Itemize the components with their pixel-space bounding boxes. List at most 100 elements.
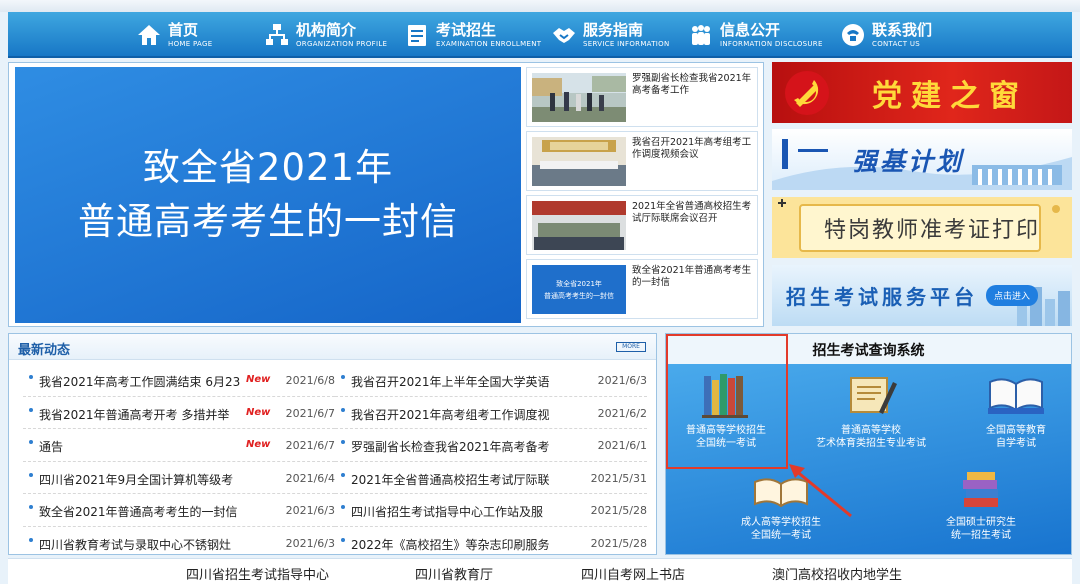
latest-news-list-right: 我省召开2021年上半年全国大学英语 2021/6/3 我省召开2021年高考组考… bbox=[335, 364, 647, 559]
list-item[interactable]: 我省2021年高考工作圆满结束 6月23 New 2021/6/8 bbox=[23, 364, 335, 397]
nav-sublabel: SERVICE INFORMATION bbox=[583, 39, 670, 48]
news-thumbnail bbox=[532, 201, 626, 250]
list-item[interactable]: 四川省教育考试与录取中心不锈钢灶 2021/6/3 bbox=[23, 527, 335, 559]
bullet-icon bbox=[341, 472, 345, 477]
latest-news-panel: 最新动态 MORE 我省2021年高考工作圆满结束 6月23 New 2021/6/… bbox=[8, 333, 657, 559]
list-item-title: 我省2021年普通高考开考 多措并举 bbox=[39, 407, 230, 422]
list-item-title: 罗强副省长检查我省2021年高考备考 bbox=[351, 440, 550, 454]
nav-sublabel: CONTACT US bbox=[872, 39, 920, 48]
news-thumbnail: 致全省2021年 普通高考考生的一封信 bbox=[532, 265, 626, 314]
list-item-date: 2021/5/31 bbox=[590, 471, 647, 485]
list-item-date: 2021/6/3 bbox=[597, 374, 647, 387]
new-badge: New bbox=[246, 406, 271, 418]
footer-link[interactable]: 四川自考网上书店 bbox=[581, 564, 685, 583]
service-platform-label: 招生考试服务平台 bbox=[786, 285, 978, 309]
news-card[interactable]: 罗强副省长检查我省2021年高考备考工作 bbox=[526, 67, 758, 127]
footer-link[interactable]: 澳门高校招收内地学生 bbox=[772, 564, 902, 583]
nav-label: 首页 bbox=[168, 20, 199, 39]
new-badge: New bbox=[246, 439, 271, 450]
query-item-line2: 统一招生考试 bbox=[951, 530, 1011, 541]
query-item-line1: 全国硕士研究生 bbox=[946, 517, 1016, 528]
list-item[interactable]: 2021年全省普通高校招生考试厅际联 2021/5/31 bbox=[335, 462, 647, 494]
org-chart-icon bbox=[266, 24, 288, 45]
handshake-icon bbox=[553, 28, 575, 43]
footer-links: 四川省招生考试指导中心 四川省教育厅 四川自考网上书店 澳门高校招收内地学生 bbox=[8, 558, 1072, 584]
nav-service[interactable]: 服务指南 SERVICE INFORMATION bbox=[551, 12, 670, 58]
list-item[interactable]: 四川省2021年9月全国计算机等级考 2021/6/4 bbox=[23, 462, 335, 494]
thumbnail-blue: 致全省2021年 普通高考考生的一封信 bbox=[532, 265, 626, 314]
list-item-date: 2021/6/3 bbox=[285, 504, 335, 517]
bullet-icon bbox=[29, 472, 33, 477]
nav-home[interactable]: 首页 HOME PAGE bbox=[136, 12, 212, 58]
query-postgraduate[interactable]: 全国硕士研究生 统一招生考试 bbox=[926, 470, 1036, 542]
list-item[interactable]: 我省2021年普通高考开考 多措并举 New 2021/6/7 bbox=[23, 397, 335, 429]
latest-news-list-left: 我省2021年高考工作圆满结束 6月23 New 2021/6/8 我省2021年普… bbox=[23, 364, 335, 559]
list-item[interactable]: 我省召开2021年上半年全国大学英语 2021/6/3 bbox=[335, 364, 647, 397]
bullet-icon bbox=[29, 407, 33, 412]
query-art-sports[interactable]: 普通高等学校 艺术体育类招生专业考试 bbox=[806, 372, 936, 450]
nav-disclosure[interactable]: 信息公开 INFORMATION DISCLOSURE bbox=[688, 12, 823, 58]
bullet-icon bbox=[341, 375, 345, 379]
party-building-label: 党建之窗 bbox=[872, 78, 1028, 114]
news-title: 致全省2021年普通高考考生的一封信 bbox=[632, 265, 752, 288]
list-item-date: 2021/6/3 bbox=[285, 536, 335, 550]
list-item-title: 致全省2021年普通高考考生的一封信 bbox=[39, 505, 238, 519]
news-card[interactable]: 致全省2021年 普通高考考生的一封信 致全省2021年普通高考考生的一封信 bbox=[526, 259, 758, 319]
list-item-date: 2021/6/2 bbox=[597, 406, 647, 420]
list-item-title: 我省2021年高考工作圆满结束 6月23 bbox=[39, 375, 241, 389]
news-thumbnail bbox=[532, 73, 626, 122]
list-item[interactable]: 致全省2021年普通高考考生的一封信 2021/6/3 bbox=[23, 494, 335, 527]
more-button[interactable]: MORE bbox=[616, 342, 646, 352]
main-nav: 首页 HOME PAGE 机构简介 ORGANIZATION PROFILE 考试招… bbox=[8, 12, 1072, 58]
list-item-title: 通告 bbox=[39, 440, 64, 454]
open-book-icon bbox=[988, 378, 1044, 414]
nav-label: 服务指南 bbox=[583, 20, 644, 39]
teacher-admission-banner[interactable]: 特岗教师准考证打印 bbox=[772, 197, 1072, 258]
nav-contact[interactable]: 联系我们 CONTACT US bbox=[840, 12, 932, 58]
news-title: 2021年全省普通高校招生考试厅际联席会议召开 bbox=[632, 201, 752, 224]
query-item-line1: 普通高等学校 bbox=[841, 425, 901, 436]
list-item[interactable]: 通告 New 2021/6/7 bbox=[23, 429, 335, 462]
list-item-title: 四川省教育考试与录取中心不锈钢灶 bbox=[39, 537, 232, 552]
news-card[interactable]: 我省召开2021年高考组考工作调度视频会议 bbox=[526, 131, 758, 191]
bullet-icon bbox=[341, 440, 345, 444]
strong-foundation-banner[interactable]: 强基计划 bbox=[772, 129, 1072, 190]
nav-label: 联系我们 bbox=[872, 20, 933, 39]
list-item[interactable]: 罗强副省长检查我省2021年高考备考 2021/6/1 bbox=[335, 429, 647, 462]
enter-button[interactable]: 点击进入 bbox=[986, 285, 1039, 306]
news-title: 我省召开2021年高考组考工作调度视频会议 bbox=[632, 137, 752, 160]
list-item[interactable]: 我省召开2021年高考组考工作调度视 2021/6/2 bbox=[335, 397, 647, 429]
query-self-study[interactable]: 全国高等教育 自学考试 bbox=[966, 372, 1066, 450]
nav-exam-enrollment[interactable]: 考试招生 EXAMINATION ENROLLMENT bbox=[404, 12, 541, 58]
new-badge: New bbox=[246, 374, 271, 385]
bullet-icon bbox=[341, 407, 345, 412]
news-card[interactable]: 2021年全省普通高校招生考试厅际联席会议召开 bbox=[526, 195, 758, 255]
footer-link[interactable]: 四川省教育厅 bbox=[415, 564, 493, 583]
featured-banner[interactable]: 致全省2021年 普通高考考生的一封信 bbox=[15, 67, 521, 323]
news-thumbnail bbox=[532, 137, 626, 186]
photo-icon bbox=[532, 137, 626, 186]
list-item-title: 2022年《高校招生》等杂志印刷服务 bbox=[351, 537, 550, 552]
list-item[interactable]: 四川省招生考试指导中心工作站及服 2021/5/28 bbox=[335, 494, 647, 527]
service-platform-banner[interactable]: 招生考试服务平台 点击进入 bbox=[772, 265, 1072, 326]
list-item-title: 2021年全省普通高校招生考试厅际联 bbox=[351, 472, 550, 487]
list-item-date: 2021/6/7 bbox=[285, 439, 335, 452]
people-icon bbox=[692, 25, 710, 45]
photo-icon bbox=[532, 73, 626, 122]
phone-icon bbox=[842, 24, 864, 46]
news-title: 罗强副省长检查我省2021年高考备考工作 bbox=[632, 73, 752, 96]
bullet-icon bbox=[29, 537, 33, 542]
nav-label: 机构简介 bbox=[296, 20, 357, 39]
footer-link[interactable]: 四川省招生考试指导中心 bbox=[186, 564, 329, 583]
highlight-box bbox=[666, 334, 788, 469]
nav-organization[interactable]: 机构简介 ORGANIZATION PROFILE bbox=[264, 12, 387, 58]
nav-label: 信息公开 bbox=[720, 20, 781, 39]
document-icon bbox=[408, 25, 426, 46]
bullet-icon bbox=[29, 505, 33, 509]
list-item[interactable]: 2022年《高校招生》等杂志印刷服务 2021/5/28 bbox=[335, 527, 647, 559]
query-item-line2: 全国统一考试 bbox=[751, 530, 811, 541]
list-item-title: 四川省2021年9月全国计算机等级考 bbox=[39, 472, 234, 487]
query-item-line1: 全国高等教育 bbox=[986, 425, 1046, 436]
party-building-banner[interactable]: 党建之窗 bbox=[772, 62, 1072, 123]
notebook-pen-icon bbox=[850, 377, 897, 414]
